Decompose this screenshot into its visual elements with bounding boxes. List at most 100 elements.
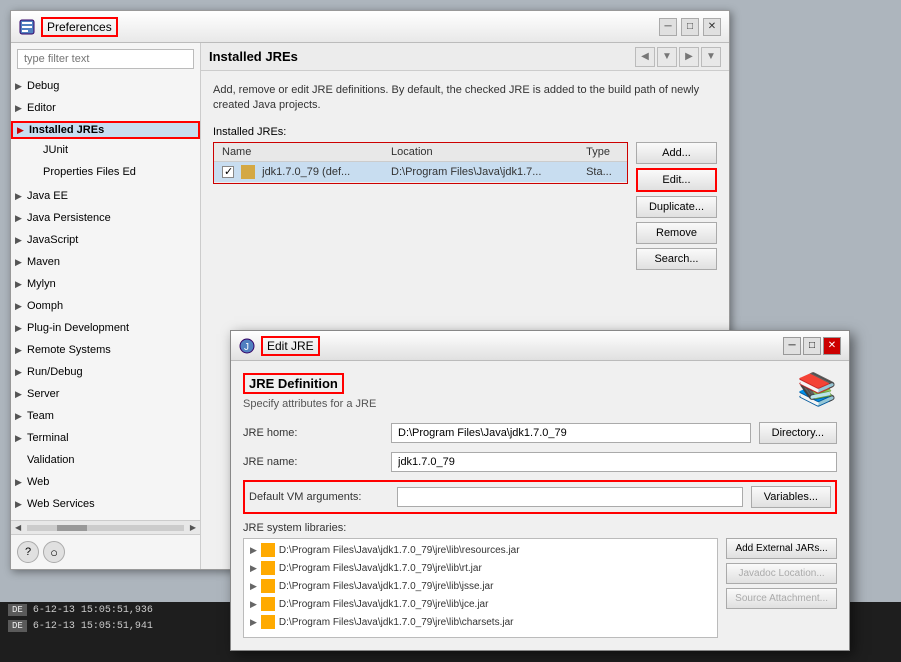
list-item[interactable]: ▶ D:\Program Files\Java\jdk1.7.0_79\jre\…: [246, 541, 715, 559]
scroll-right-btn[interactable]: ▶: [186, 523, 200, 532]
list-item[interactable]: ▶ D:\Program Files\Java\jdk1.7.0_79\jre\…: [246, 559, 715, 577]
sidebar-item-validation[interactable]: ▶ Validation: [11, 449, 200, 471]
help-button[interactable]: ?: [17, 541, 39, 563]
sidebar-label-java-persistence: Java Persistence: [27, 212, 111, 224]
close-button[interactable]: ✕: [703, 18, 721, 36]
edit-jre-titlebar: J Edit JRE ─ □ ✕: [231, 331, 849, 361]
sidebar-item-terminal[interactable]: ▶ Terminal: [11, 427, 200, 449]
edit-button[interactable]: Edit...: [636, 168, 717, 192]
expand-arrow-java-ee: ▶: [15, 191, 27, 202]
directory-button[interactable]: Directory...: [759, 422, 837, 444]
variables-button[interactable]: Variables...: [751, 486, 831, 508]
sidebar-label-java-ee: Java EE: [27, 190, 68, 202]
sidebar-label-web-services: Web Services: [27, 498, 95, 510]
sidebar-item-plugin-dev[interactable]: ▶ Plug-in Development: [11, 317, 200, 339]
sidebar-item-mylyn[interactable]: ▶ Mylyn: [11, 273, 200, 295]
jre-home-input[interactable]: [391, 423, 751, 443]
col-type: Type: [578, 143, 627, 162]
lib-path: D:\Program Files\Java\jdk1.7.0_79\jre\li…: [279, 617, 514, 628]
expand-arrow-web-services: ▶: [15, 499, 27, 510]
sidebar-item-run-debug[interactable]: ▶ Run/Debug: [11, 361, 200, 383]
sidebar-item-javascript[interactable]: ▶ JavaScript: [11, 229, 200, 251]
sidebar-item-team[interactable]: ▶ Team: [11, 405, 200, 427]
remove-button[interactable]: Remove: [636, 222, 717, 244]
sidebar-scrollbar[interactable]: ◀ ▶: [11, 520, 200, 534]
sidebar-label-debug: Debug: [27, 80, 59, 92]
default-vm-input[interactable]: [397, 487, 743, 507]
list-item[interactable]: ▶ D:\Program Files\Java\jdk1.7.0_79\jre\…: [246, 595, 715, 613]
expand-arrow-debug: ▶: [15, 81, 27, 92]
content-title: Installed JREs: [209, 49, 298, 64]
expand-arrow-remote-systems: ▶: [15, 345, 27, 356]
tree-container: ▶ Debug ▶ Editor ▶ Installed JREs: [11, 75, 200, 520]
sidebar-label-web: Web: [27, 476, 49, 488]
lib-path: D:\Program Files\Java\jdk1.7.0_79\jre\li…: [279, 545, 520, 556]
scroll-left-btn[interactable]: ◀: [11, 523, 25, 532]
sidebar-item-web[interactable]: ▶ Web: [11, 471, 200, 493]
sidebar-item-properties[interactable]: ▶ Properties Files Ed: [27, 161, 200, 183]
sidebar-item-java-persistence[interactable]: ▶ Java Persistence: [11, 207, 200, 229]
minimize-button[interactable]: ─: [659, 18, 677, 36]
expand-arrow-java-persistence: ▶: [15, 213, 27, 224]
dialog-minimize-btn[interactable]: ─: [783, 337, 801, 355]
preferences-title: Preferences: [41, 17, 118, 37]
lib-expand-arrow: ▶: [250, 599, 257, 610]
default-vm-label: Default VM arguments:: [249, 491, 389, 503]
javadoc-location-button[interactable]: Javadoc Location...: [726, 563, 837, 584]
sidebar-item-installed-jres[interactable]: ▶ Installed JREs ▶ JUnit ▶: [11, 119, 200, 185]
list-item[interactable]: ▶ D:\Program Files\Java\jdk1.7.0_79\jre\…: [246, 613, 715, 631]
jre-table: Name Location Type: [214, 143, 627, 183]
list-item[interactable]: ▶ D:\Program Files\Java\jdk1.7.0_79\jre\…: [246, 577, 715, 595]
nav-menu-btn[interactable]: ▼: [701, 47, 721, 67]
info-button[interactable]: ○: [43, 541, 65, 563]
sidebar-item-web-services[interactable]: ▶ Web Services: [11, 493, 200, 515]
search-button[interactable]: Search...: [636, 248, 717, 270]
source-attachment-button[interactable]: Source Attachment...: [726, 588, 837, 609]
console-timestamp-1: 6-12-13 15:05:51,936: [33, 605, 153, 616]
sidebar-label-run-debug: Run/Debug: [27, 366, 83, 378]
svg-text:J: J: [244, 342, 249, 353]
expand-arrow-plugin-dev: ▶: [15, 323, 27, 334]
jre-location-cell: D:\Program Files\Java\jdk1.7...: [383, 161, 578, 182]
lib-expand-arrow: ▶: [250, 545, 257, 556]
sidebar-item-remote-systems[interactable]: ▶ Remote Systems: [11, 339, 200, 361]
content-description: Add, remove or edit JRE definitions. By …: [213, 83, 717, 114]
sidebar-item-server[interactable]: ▶ Server: [11, 383, 200, 405]
jre-name-label: JRE name:: [243, 456, 383, 468]
lib-expand-arrow: ▶: [250, 563, 257, 574]
add-button[interactable]: Add...: [636, 142, 717, 164]
sidebar-item-editor[interactable]: ▶ Editor: [11, 97, 200, 119]
jre-table-section: Name Location Type: [213, 142, 628, 184]
sidebar-item-oomph[interactable]: ▶ Oomph: [11, 295, 200, 317]
nav-back-btn[interactable]: ◀: [635, 47, 655, 67]
default-vm-row: Default VM arguments: Variables...: [243, 480, 837, 514]
sidebar-item-debug[interactable]: ▶ Debug: [11, 75, 200, 97]
nav-forward-btn[interactable]: ▶: [679, 47, 699, 67]
sidebar-item-junit[interactable]: ▶ JUnit: [27, 139, 200, 161]
add-external-jars-button[interactable]: Add External JARs...: [726, 538, 837, 559]
jre-name-input[interactable]: [391, 452, 837, 472]
jre-action-buttons: Add... Edit... Duplicate... Remove Searc…: [636, 142, 717, 270]
jre-checkbox[interactable]: [222, 166, 234, 178]
jre-icon: [241, 165, 255, 179]
sidebar-label-remote-systems: Remote Systems: [27, 344, 111, 356]
sidebar-item-maven[interactable]: ▶ Maven: [11, 251, 200, 273]
edit-jre-body: JRE Definition Specify attributes for a …: [231, 361, 849, 650]
dialog-titlebar-left: J Edit JRE: [239, 336, 320, 356]
nav-dropdown-btn[interactable]: ▼: [657, 47, 677, 67]
jre-home-label: JRE home:: [243, 427, 383, 439]
duplicate-button[interactable]: Duplicate...: [636, 196, 717, 218]
dialog-close-btn[interactable]: ✕: [823, 337, 841, 355]
table-row[interactable]: jdk1.7.0_79 (def... D:\Program Files\Jav…: [214, 161, 627, 182]
filter-input[interactable]: [17, 49, 194, 69]
jre-and-buttons: Name Location Type: [213, 142, 717, 270]
maximize-button[interactable]: □: [681, 18, 699, 36]
jre-name-row: JRE name:: [243, 452, 837, 472]
expand-arrow-javascript: ▶: [15, 235, 27, 246]
dialog-maximize-btn[interactable]: □: [803, 337, 821, 355]
expand-arrow-installed-jres: ▶: [17, 125, 29, 136]
jre-definition-title: JRE Definition: [243, 373, 344, 394]
sidebar-item-java-ee[interactable]: ▶ Java EE: [11, 185, 200, 207]
lib-expand-arrow: ▶: [250, 581, 257, 592]
jre-definition-desc: Specify attributes for a JRE: [243, 398, 376, 410]
